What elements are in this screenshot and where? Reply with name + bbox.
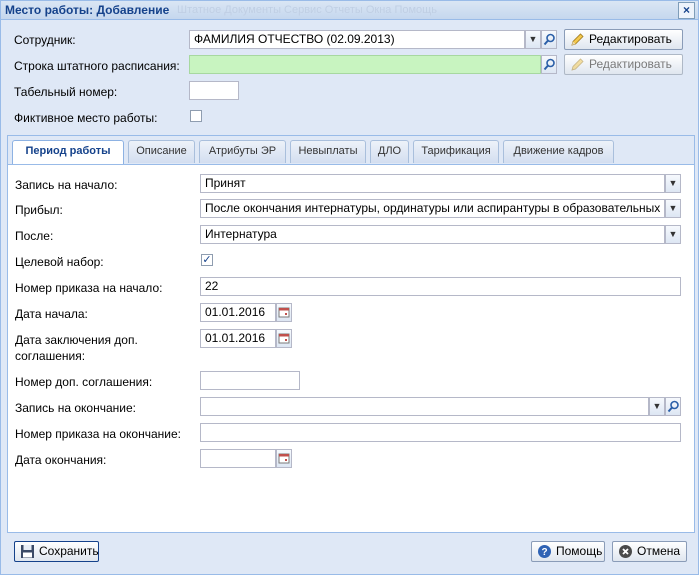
end-date-label: Дата окончания: xyxy=(15,453,107,467)
tab-number-label: Табельный номер: xyxy=(14,85,118,99)
help-label: Помощь xyxy=(556,544,603,558)
add-agreement-date-label: Дата заключения доп. xyxy=(15,333,138,347)
fictive-checkbox[interactable] xyxy=(190,110,202,122)
top-panel: Сотрудник: ФАМИЛИЯ ОТЧЕСТВО (02.09.2013)… xyxy=(7,21,693,133)
start-record-label: Запись на начало: xyxy=(15,178,118,192)
employee-search-button[interactable] xyxy=(541,30,557,49)
fictive-label: Фиктивное место работы: xyxy=(14,111,158,125)
start-order-label: Номер приказа на начало: xyxy=(15,281,163,295)
help-icon: ? xyxy=(538,545,551,558)
dialog-window: Место работы: Добавление Штатное Докумен… xyxy=(0,0,699,575)
end-order-label: Номер приказа на окончание: xyxy=(15,427,181,441)
search-icon xyxy=(667,400,679,413)
end-record-label: Запись на окончание: xyxy=(15,401,136,415)
start-record-dropdown[interactable]: ▼ xyxy=(665,174,681,193)
period-tab-body: Запись на начало: Принят ▼ Прибыл: После… xyxy=(8,165,694,532)
add-agreement-date-label-2: соглашения: xyxy=(15,349,86,363)
search-icon xyxy=(543,33,555,46)
start-date-picker[interactable] xyxy=(276,303,292,322)
window-title: Место работы: Добавление xyxy=(5,3,170,17)
background-menu-text: Штатное Документы Сервис Отчеты Окна Пом… xyxy=(177,4,437,16)
checkmark-icon: ✓ xyxy=(202,254,212,266)
tab-dlo[interactable]: ДЛО xyxy=(370,140,409,163)
floppy-disk-icon xyxy=(21,545,34,558)
add-agreement-number-label: Номер доп. соглашения: xyxy=(15,375,153,389)
target-checkbox[interactable]: ✓ xyxy=(201,254,213,266)
end-record-field[interactable] xyxy=(200,397,649,416)
end-record-search-button[interactable] xyxy=(665,397,681,416)
arrived-field[interactable]: После окончания интернатуры, ординатуры … xyxy=(200,199,665,218)
staff-row-search-button[interactable] xyxy=(541,55,557,74)
chevron-down-icon: ▼ xyxy=(668,178,678,188)
tab-period[interactable]: Период работы xyxy=(12,140,124,164)
search-icon xyxy=(543,58,555,71)
calendar-icon xyxy=(278,307,290,318)
start-order-field[interactable]: 22 xyxy=(200,277,681,296)
tab-er-attributes[interactable]: Атрибуты ЭР xyxy=(199,140,286,163)
button-bar: Сохранить ? Помощь Отмена xyxy=(1,536,698,574)
edit-staff-row-button[interactable]: Редактировать xyxy=(564,54,683,75)
close-icon[interactable]: × xyxy=(678,2,695,19)
edit-employee-label: Редактировать xyxy=(589,32,672,46)
save-label: Сохранить xyxy=(39,544,99,558)
edit-employee-button[interactable]: Редактировать xyxy=(564,29,683,50)
end-date-picker[interactable] xyxy=(276,449,292,468)
employee-label: Сотрудник: xyxy=(14,33,76,47)
chevron-down-icon: ▼ xyxy=(668,203,678,213)
end-order-field[interactable] xyxy=(200,423,681,442)
tab-tariffication[interactable]: Тарификация xyxy=(413,140,499,163)
tab-strip: Период работы Описание Атрибуты ЭР Невып… xyxy=(8,136,694,165)
employee-field[interactable]: ФАМИЛИЯ ОТЧЕСТВО (02.09.2013) xyxy=(189,30,525,49)
calendar-icon xyxy=(278,333,290,344)
end-record-dropdown[interactable]: ▼ xyxy=(649,397,665,416)
arrived-label: Прибыл: xyxy=(15,203,63,217)
calendar-icon xyxy=(278,453,290,464)
cancel-button[interactable]: Отмена xyxy=(612,541,687,562)
start-date-field[interactable]: 01.01.2016 xyxy=(200,303,276,322)
start-date-label: Дата начала: xyxy=(15,307,88,321)
svg-text:?: ? xyxy=(541,547,547,558)
tab-panel: Период работы Описание Атрибуты ЭР Невып… xyxy=(7,135,695,533)
title-bar: Место работы: Добавление Штатное Докумен… xyxy=(1,1,698,20)
staff-row-field[interactable] xyxy=(189,55,541,74)
arrived-dropdown[interactable]: ▼ xyxy=(665,199,681,218)
pencil-icon xyxy=(571,58,584,71)
tab-description[interactable]: Описание xyxy=(128,140,195,163)
after-label: После: xyxy=(15,229,54,243)
tab-staff-movement[interactable]: Движение кадров xyxy=(503,140,614,163)
add-agreement-date-field[interactable]: 01.01.2016 xyxy=(200,329,276,348)
staff-row-label: Строка штатного расписания: xyxy=(14,59,180,73)
cancel-label: Отмена xyxy=(637,544,681,558)
after-field[interactable]: Интернатура xyxy=(200,225,665,244)
cancel-icon xyxy=(619,545,632,558)
start-record-field[interactable]: Принят xyxy=(200,174,665,193)
tab-nonpayments[interactable]: Невыплаты xyxy=(290,140,366,163)
add-agreement-number-field[interactable] xyxy=(200,371,300,390)
pencil-icon xyxy=(571,33,584,46)
target-label: Целевой набор: xyxy=(15,255,104,269)
after-dropdown[interactable]: ▼ xyxy=(665,225,681,244)
chevron-down-icon: ▼ xyxy=(528,34,538,44)
edit-staff-row-label: Редактировать xyxy=(589,57,672,71)
chevron-down-icon: ▼ xyxy=(668,229,678,239)
save-button[interactable]: Сохранить xyxy=(14,541,99,562)
add-agreement-date-picker[interactable] xyxy=(276,329,292,348)
chevron-down-icon: ▼ xyxy=(652,401,662,411)
tab-number-field[interactable] xyxy=(189,81,239,100)
end-date-field[interactable] xyxy=(200,449,276,468)
help-button[interactable]: ? Помощь xyxy=(531,541,605,562)
employee-dropdown[interactable]: ▼ xyxy=(525,30,541,49)
